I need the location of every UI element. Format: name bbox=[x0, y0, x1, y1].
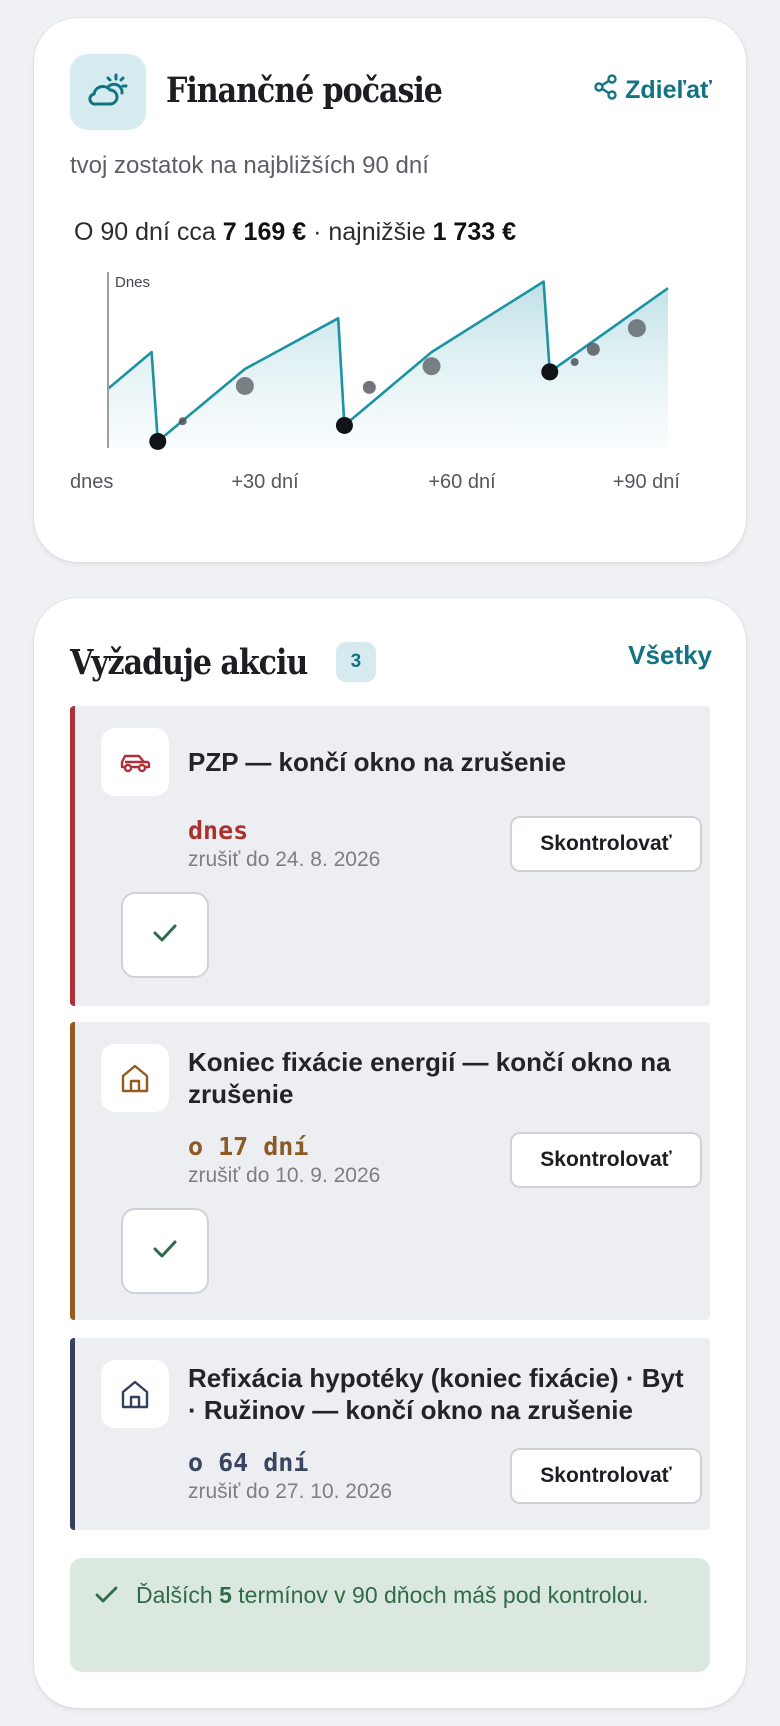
mark-done-button[interactable] bbox=[121, 892, 209, 978]
balance-area bbox=[108, 281, 668, 448]
note-suffix: termínov v 90 dňoch máš pod kontrolou. bbox=[231, 1582, 649, 1608]
share-label: Zdieľať bbox=[625, 76, 712, 104]
financial-weather-card: Finančné počasie Zdieľať tvoj zostatok n… bbox=[34, 18, 746, 562]
event-marker-low bbox=[335, 416, 353, 434]
summary-prefix: O 90 dní cca bbox=[74, 218, 223, 246]
review-button[interactable]: Skontrolovať bbox=[510, 1132, 702, 1188]
sun-cloud-icon bbox=[70, 54, 146, 130]
car-icon bbox=[101, 728, 169, 796]
action-item-mortgage: Refixácia hypotéky (koniec fixácie) · By… bbox=[70, 1338, 710, 1530]
event-marker-large bbox=[235, 376, 254, 395]
action-required-card: Vyžaduje akciu 3 Všetky PZP — končí okno… bbox=[34, 598, 746, 1708]
house-icon bbox=[101, 1044, 169, 1112]
review-button[interactable]: Skontrolovať bbox=[510, 1448, 702, 1504]
action-item-deadline: zrušiť do 27. 10. 2026 bbox=[188, 1480, 393, 1503]
x-tick-label: +30 dní bbox=[231, 471, 299, 493]
event-marker-medium bbox=[586, 342, 600, 356]
action-section-title: Vyžaduje akciu bbox=[70, 641, 308, 683]
x-tick-label: +90 dní bbox=[613, 471, 681, 493]
balance-chart: Dnes dnes +30 dní +60 dní +90 dní bbox=[70, 272, 681, 493]
share-button[interactable]: Zdieľať bbox=[593, 74, 712, 107]
event-marker-large bbox=[627, 319, 646, 338]
action-item-energy: Koniec fixácie energií — končí okno na z… bbox=[70, 1022, 710, 1320]
action-item-title: Koniec fixácie energií — končí okno na z… bbox=[188, 1047, 671, 1109]
note-prefix: Ďalších bbox=[136, 1582, 220, 1608]
event-marker-large bbox=[422, 357, 441, 376]
action-header: Vyžaduje akciu 3 bbox=[70, 632, 376, 692]
review-button[interactable]: Skontrolovať bbox=[510, 816, 702, 872]
note-count: 5 bbox=[219, 1582, 232, 1608]
event-marker-low bbox=[149, 432, 167, 450]
action-item-pzp: PZP — končí okno na zrušenie dnes zrušiť… bbox=[70, 706, 710, 1006]
event-marker-low bbox=[541, 363, 559, 381]
check-icon bbox=[150, 1234, 180, 1269]
balance-summary: O 90 dní cca 7 169 € · najnižšie 1 733 € bbox=[74, 218, 516, 247]
action-count-badge: 3 bbox=[335, 642, 376, 682]
x-tick-label: dnes bbox=[70, 471, 113, 493]
check-icon bbox=[150, 918, 180, 953]
summary-mid: · najnižšie bbox=[306, 218, 433, 246]
share-icon bbox=[593, 74, 619, 107]
summary-end-value: 7 169 € bbox=[222, 218, 307, 246]
x-tick-label: +60 dní bbox=[428, 471, 496, 493]
mark-done-button[interactable] bbox=[121, 1208, 209, 1294]
house-icon bbox=[101, 1360, 169, 1428]
check-icon bbox=[94, 1582, 120, 1613]
event-marker-medium bbox=[362, 380, 376, 394]
action-item-due: dnes bbox=[188, 816, 249, 845]
weather-subtitle: tvoj zostatok na najbližších 90 dní bbox=[70, 152, 429, 179]
all-actions-link[interactable]: Všetky bbox=[628, 640, 712, 671]
under-control-text: Ďalších 5 termínov v 90 dňoch máš pod ko… bbox=[136, 1578, 649, 1612]
action-item-deadline: zrušiť do 10. 9. 2026 bbox=[188, 1164, 381, 1187]
today-label: Dnes bbox=[115, 274, 150, 291]
action-item-title: PZP — končí okno na zrušenie bbox=[188, 747, 567, 777]
action-item-due: o 64 dní bbox=[188, 1448, 309, 1477]
event-marker-small bbox=[570, 358, 579, 366]
summary-min-value: 1 733 € bbox=[432, 218, 516, 246]
under-control-note: Ďalších 5 termínov v 90 dňoch máš pod ko… bbox=[70, 1558, 710, 1672]
action-item-deadline: zrušiť do 24. 8. 2026 bbox=[188, 848, 381, 871]
event-marker-small bbox=[178, 417, 187, 426]
weather-title: Finančné počasie bbox=[166, 70, 443, 111]
action-item-due: o 17 dní bbox=[188, 1132, 309, 1161]
action-item-title: Refixácia hypotéky (koniec fixácie) · By… bbox=[188, 1363, 684, 1425]
